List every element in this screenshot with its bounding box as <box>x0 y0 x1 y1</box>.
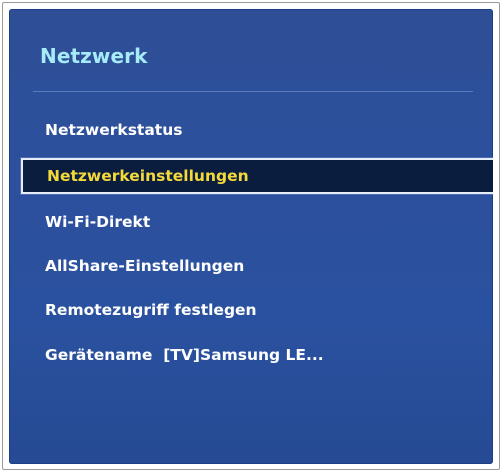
menu-item-label: Netzwerkeinstellungen <box>47 167 249 185</box>
title-divider <box>33 91 473 92</box>
menu-item-wifi-direct[interactable]: Wi-Fi-Direkt <box>21 204 493 240</box>
menu-item-network-settings[interactable]: Netzwerkeinstellungen <box>21 158 493 194</box>
menu-item-label: AllShare-Einstellungen <box>45 257 245 275</box>
network-menu-panel: Netzwerk Netzwerkstatus Netzwerkeinstell… <box>9 9 493 464</box>
menu-item-device-name[interactable]: Gerätename [TV]Samsung LE... <box>21 337 493 373</box>
menu-item-label: Remotezugriff festlegen <box>45 301 257 319</box>
menu-item-label: Gerätename [TV]Samsung LE... <box>45 346 324 364</box>
menu-item-network-status[interactable]: Netzwerkstatus <box>21 112 493 148</box>
menu-item-label: Netzwerkstatus <box>45 121 183 139</box>
menu-item-label: Wi-Fi-Direkt <box>45 213 151 231</box>
menu-title: Netzwerk <box>40 44 148 68</box>
menu-item-remote-access[interactable]: Remotezugriff festlegen <box>21 292 493 328</box>
screenshot-frame: Netzwerk Netzwerkstatus Netzwerkeinstell… <box>2 2 500 470</box>
menu-item-allshare-settings[interactable]: AllShare-Einstellungen <box>21 248 493 284</box>
